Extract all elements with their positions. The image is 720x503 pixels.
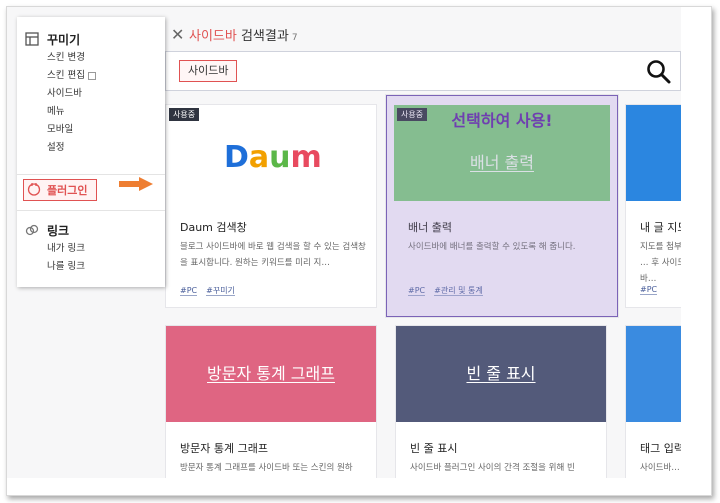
card-description: 방문자 통계 그래프를 사이드바 또는 스킨의 원하 <box>180 463 353 473</box>
menu-item-my-links[interactable]: 내가 링크 <box>17 240 165 258</box>
card-tags: #PC <box>640 285 666 295</box>
result-query: 사이드바 <box>189 29 237 44</box>
menu-item-settings[interactable]: 설정 <box>17 139 165 157</box>
divider <box>17 210 165 211</box>
menu-header-label: 플러그인 <box>47 184 88 197</box>
divider <box>17 174 165 175</box>
close-icon[interactable]: ✕ <box>171 25 184 44</box>
card-title: 배너 출력 <box>408 221 452 234</box>
menu-header-decorate[interactable]: 꾸미기 <box>17 29 165 49</box>
plugin-icon <box>27 181 41 200</box>
menu-header-label: 꾸미기 <box>47 32 81 47</box>
thumb-label: 빈 줄 표시 <box>466 364 536 383</box>
menu-item-skin-edit[interactable]: 스킨 편집 <box>17 67 165 85</box>
menu-item-label: 스킨 편집 <box>47 70 85 81</box>
menu-item-skin-change[interactable]: 스킨 변경 <box>17 49 165 67</box>
search-icon[interactable] <box>646 59 672 85</box>
card-tag[interactable]: #PC <box>640 285 658 295</box>
card-tags: #PC #꾸미기 <box>180 285 244 296</box>
search-input[interactable]: 사이드바 <box>165 51 681 91</box>
card-description: 사이드바에 배너를 출력할 수 있도록 해 줍니다. <box>408 242 576 252</box>
menu-item-mobile[interactable]: 모바일 <box>17 121 165 139</box>
card-thumbnail: 사용중 Daum <box>166 105 376 201</box>
menu-header-label: 링크 <box>47 223 70 238</box>
app-window: ✕ 사이드바 검색결과 7 사이드바 사용중 Daum Daum 검색창 블로그 … <box>6 6 712 496</box>
card-title: 빈 줄 표시 <box>410 442 458 455</box>
search-chip[interactable]: 사이드바 <box>179 60 238 82</box>
plugin-card-daum-search[interactable]: 사용중 Daum Daum 검색창 블로그 사이드바에 바로 웹 검색을 할 수… <box>165 104 377 308</box>
card-tag[interactable]: #꾸미기 <box>206 286 235 296</box>
in-use-badge: 사용중 <box>169 108 200 121</box>
result-count: 7 <box>291 33 298 43</box>
select-to-use-text: 선택하여 사용! <box>451 111 553 130</box>
window-edge <box>681 7 711 495</box>
card-description: 블로그 사이드바에 바로 웹 검색을 할 수 있는 검색창을 표시합니다. 원하… <box>180 242 366 268</box>
card-title: 방문자 통계 그래프 <box>180 442 268 455</box>
card-thumbnail: 방문자 통계 그래프 <box>166 326 376 422</box>
svg-text:Daum: Daum <box>224 140 322 173</box>
card-tag[interactable]: #PC <box>408 286 426 296</box>
window-edge <box>7 478 711 495</box>
card-description: 사이드바 플러그인 사이의 간격 조절을 위해 빈 <box>410 463 575 473</box>
card-tag[interactable]: #PC <box>180 286 198 296</box>
card-title: Daum 검색창 <box>180 221 247 234</box>
layout-icon <box>24 31 40 47</box>
thumb-label: 방문자 통계 그래프 <box>207 364 335 383</box>
card-tag[interactable]: #관리 및 통계 <box>434 286 483 296</box>
card-tags: #PC #관리 및 통계 <box>408 285 492 296</box>
plugin-card-banner[interactable]: 사용중 배너 출력 선택하여 사용! 배너 출력 사이드바에 배너를 출력할 수… <box>385 94 619 318</box>
search-result-header: ✕ 사이드바 검색결과 7 <box>165 17 681 51</box>
card-thumbnail: 빈 줄 표시 <box>396 326 606 422</box>
menu-item-menu[interactable]: 메뉴 <box>17 103 165 121</box>
external-link-icon <box>87 71 96 80</box>
card-title: 태그 입력 <box>640 442 684 455</box>
daum-logo: Daum <box>224 140 322 173</box>
result-title: 사이드바 검색결과 7 <box>189 25 298 44</box>
link-icon <box>24 222 40 238</box>
menu-section-decorate: 꾸미기 스킨 변경 스킨 편집 사이드바 메뉴 모바일 설정 <box>17 29 165 157</box>
result-title-suffix: 검색결과 <box>236 29 289 44</box>
menu-item-links-to-me[interactable]: 나를 링크 <box>17 258 165 276</box>
thumb-label: 배너 출력 <box>470 153 534 172</box>
menu-item-sidebar[interactable]: 사이드바 <box>17 85 165 103</box>
menu-section-link: 링크 내가 링크 나를 링크 <box>17 220 165 276</box>
settings-sidebar: 꾸미기 스킨 변경 스킨 편집 사이드바 메뉴 모바일 설정 플러그인 링크 내… <box>17 17 165 287</box>
plugin-card-blank-line[interactable]: 빈 줄 표시 빈 줄 표시 사이드바 플러그인 사이의 간격 조절을 위해 빈 <box>395 325 607 495</box>
arrow-right-icon <box>119 177 153 191</box>
menu-header-plugin[interactable]: 플러그인 <box>23 179 97 201</box>
menu-header-link[interactable]: 링크 <box>17 220 165 240</box>
plugin-card-visitor-graph[interactable]: 방문자 통계 그래프 방문자 통계 그래프 방문자 통계 그래프를 사이드바 또… <box>165 325 377 495</box>
